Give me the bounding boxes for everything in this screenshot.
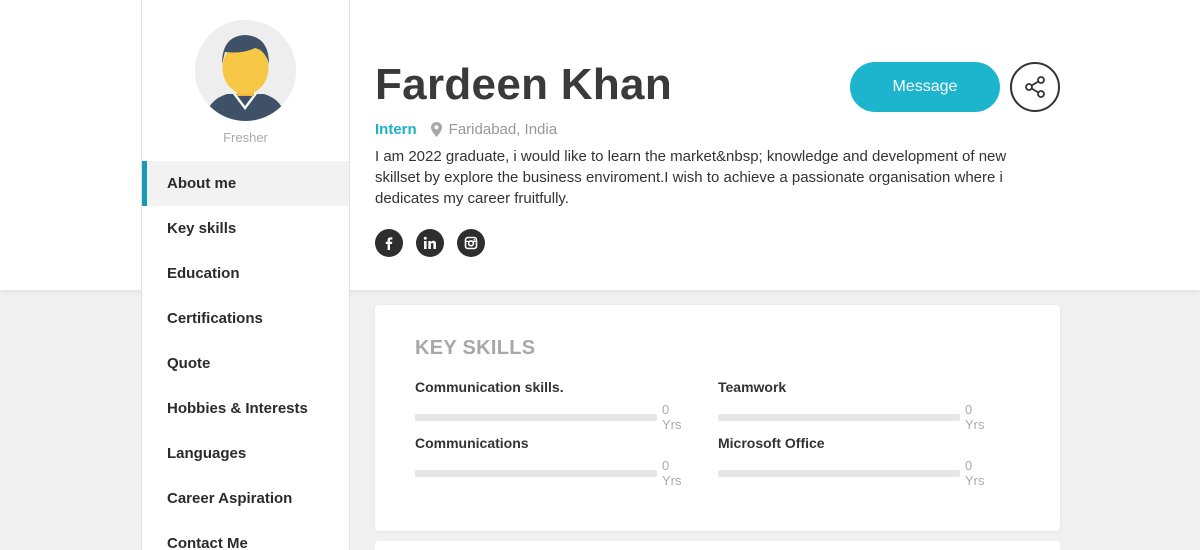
skill-years: 0 Yrs [662,402,682,432]
profile-bio: I am 2022 graduate, i would like to lear… [375,148,1007,207]
profile-role: Intern [375,121,417,138]
sidebar-item-quote[interactable]: Quote [142,341,349,386]
share-button[interactable] [1010,62,1060,112]
employment-status: Fresher [223,130,268,145]
profile-name: Fardeen Khan [375,60,672,109]
skill-progress-bar [415,413,658,421]
skill-progress-bar [718,413,961,421]
sidebar-nav: About me Key skills Education Certification… [142,161,349,550]
profile-location: Faridabad, India [448,121,558,138]
skill-name: Communications [415,435,529,451]
avatar [195,20,296,121]
sidebar-item-key-skills[interactable]: Key skills [142,206,349,251]
sidebar-item-about-me[interactable]: About me [142,161,349,206]
social-links [375,229,485,257]
skill-bar-row: 0 Yrs [718,402,995,432]
skill-name: Communication skills. [415,379,564,395]
message-button[interactable]: Message [850,62,1000,112]
sidebar-item-contact-me[interactable]: Contact Me [142,521,349,550]
skill-years: 0 Yrs [965,402,985,432]
skill-item: Communication skills. 0 Yrs [415,379,692,432]
skill-name: Microsoft Office [718,435,825,451]
next-section-card [375,541,1060,550]
skill-progress-bar [415,469,658,477]
skill-item: Communications 0 Yrs [415,435,692,488]
instagram-icon[interactable] [457,229,485,257]
share-icon [1025,76,1045,98]
sidebar-item-hobbies-interests[interactable]: Hobbies & Interests [142,386,349,431]
profile-meta: Intern Faridabad, India [375,121,557,138]
sidebar-item-education[interactable]: Education [142,251,349,296]
location-pin-icon [430,122,442,137]
skill-name: Teamwork [718,379,787,395]
key-skills-card: KEY SKILLS Communication skills. 0 Yrs Tea… [375,305,1060,531]
skill-item: Microsoft Office 0 Yrs [718,435,995,488]
skill-bar-row: 0 Yrs [415,402,692,432]
linkedin-icon[interactable] [416,229,444,257]
skill-bar-row: 0 Yrs [415,458,692,488]
facebook-icon[interactable] [375,229,403,257]
sidebar-item-languages[interactable]: Languages [142,431,349,476]
avatar-icon [195,20,296,121]
skill-years: 0 Yrs [965,458,985,488]
skill-years: 0 Yrs [662,458,682,488]
sidebar: Fresher About me Key skills Education Certi… [141,0,350,550]
skill-progress-bar [718,469,961,477]
skill-item: Teamwork 0 Yrs [718,379,995,432]
sidebar-item-certifications[interactable]: Certifications [142,296,349,341]
skill-bar-row: 0 Yrs [718,458,995,488]
sidebar-item-career-aspiration[interactable]: Career Aspiration [142,476,349,521]
key-skills-title: KEY SKILLS [415,337,536,359]
